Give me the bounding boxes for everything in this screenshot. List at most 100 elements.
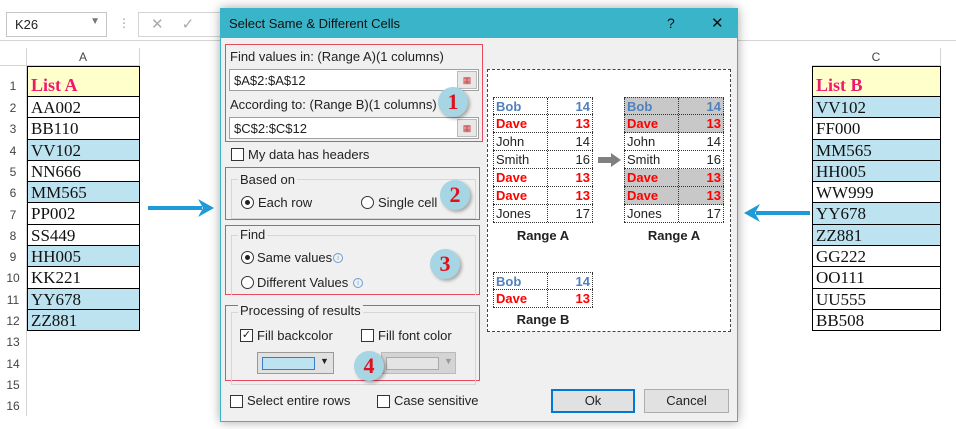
cell[interactable]: MM565 (812, 139, 941, 161)
preview-value: 14 (548, 98, 593, 114)
select-all-corner[interactable] (0, 48, 27, 66)
cell[interactable]: BB508 (812, 309, 941, 332)
preview-value: 13 (548, 290, 593, 307)
row-header[interactable]: 12 (0, 310, 27, 332)
range-select-icon[interactable]: ▦ (457, 119, 477, 137)
preview-row: John 14 (493, 133, 593, 151)
cell[interactable]: PP002 (27, 203, 140, 225)
cell[interactable]: OO111 (812, 267, 941, 289)
cancel-icon[interactable]: ✕ (151, 16, 182, 33)
list-b: List B VV102 FF000 MM565 HH005 WW999 YY678 ZZ88… (812, 66, 941, 332)
cell[interactable]: MM565 (27, 182, 140, 204)
find-values-input[interactable]: $A$2:$A$12 (229, 69, 479, 91)
chevron-down-icon[interactable]: ▼ (90, 16, 100, 27)
fill-font-color-checkbox[interactable] (361, 329, 374, 342)
cell[interactable]: WW999 (812, 182, 941, 204)
info-icon[interactable]: i (353, 278, 363, 288)
row-header[interactable]: 7 (0, 203, 27, 225)
preview-value: 13 (679, 187, 724, 204)
cell[interactable]: UU555 (812, 288, 941, 310)
column-header-c[interactable]: C (812, 48, 941, 66)
cell[interactable]: AA002 (27, 97, 140, 119)
preview-row: Dave 13 (493, 187, 593, 205)
preview-row: Dave 13 (624, 169, 724, 187)
row-header[interactable]: 11 (0, 288, 27, 310)
select-entire-rows-checkbox[interactable] (230, 395, 243, 408)
row-header[interactable]: 10 (0, 267, 27, 289)
chevron-down-icon: ▼ (444, 356, 453, 366)
confirm-icon[interactable]: ✓ (182, 16, 213, 33)
range-select-icon[interactable]: ▦ (457, 71, 477, 89)
preview-value: 13 (548, 169, 593, 186)
cell[interactable]: GG222 (812, 246, 941, 268)
row-header[interactable]: 16 (0, 395, 27, 417)
preview-name: Smith (493, 151, 548, 168)
preview-name: Dave (624, 187, 679, 204)
name-box[interactable]: K26 ▼ (6, 12, 107, 37)
preview-value: 13 (548, 187, 593, 204)
cell[interactable]: KK221 (27, 267, 140, 289)
row-header[interactable]: 4 (0, 139, 27, 161)
cell[interactable]: SS449 (27, 224, 140, 247)
headers-checkbox[interactable] (231, 148, 244, 161)
preview-value: 13 (679, 115, 724, 132)
cell[interactable]: BB110 (27, 118, 140, 140)
row-header[interactable]: 2 (0, 97, 27, 119)
cell[interactable]: VV102 (27, 139, 140, 161)
select-entire-rows-label: Select entire rows (247, 393, 351, 408)
preview-name: Dave (493, 187, 548, 204)
cell[interactable]: NN666 (27, 160, 140, 183)
cell[interactable]: ZZ881 (27, 309, 140, 332)
row-header[interactable]: 8 (0, 224, 27, 247)
different-values-radio[interactable] (241, 276, 254, 289)
single-cell-label: Single cell (378, 195, 438, 210)
find-label: Find (238, 227, 268, 242)
preview-value: 17 (679, 205, 724, 222)
row-header[interactable]: 5 (0, 160, 27, 183)
cell[interactable]: ZZ881 (812, 224, 941, 247)
same-values-radio[interactable] (241, 251, 254, 264)
chevron-down-icon: ▼ (320, 356, 329, 366)
single-cell-radio[interactable] (361, 196, 374, 209)
backcolor-picker[interactable]: ▼ (257, 352, 334, 374)
preview-range-b: Bob 14 Dave 13 (493, 272, 593, 308)
list-header[interactable]: List A (27, 66, 140, 97)
list-header[interactable]: List B (812, 66, 941, 97)
fill-backcolor-checkbox[interactable]: ✓ (240, 329, 253, 342)
each-row-label: Each row (258, 195, 313, 210)
cell[interactable]: HH005 (27, 246, 140, 268)
cell[interactable]: FF000 (812, 118, 941, 140)
column-header-a[interactable]: A (27, 48, 140, 66)
preview-row: Bob 14 (493, 97, 593, 115)
range-b-label: Range B (516, 312, 570, 327)
close-button[interactable]: ✕ (711, 14, 724, 32)
according-to-input[interactable]: $C$2:$C$12 (229, 117, 479, 139)
cancel-button[interactable]: Cancel (644, 389, 729, 413)
preview-value: 14 (679, 133, 724, 150)
cell[interactable]: YY678 (812, 203, 941, 225)
preview-name: Dave (493, 115, 548, 132)
preview-name: Bob (493, 273, 548, 289)
cell[interactable]: HH005 (812, 160, 941, 183)
backcolor-swatch (262, 357, 315, 370)
case-sensitive-checkbox[interactable] (377, 395, 390, 408)
row-header[interactable]: 6 (0, 182, 27, 204)
row-header[interactable]: 3 (0, 118, 27, 140)
info-icon[interactable]: i (333, 253, 343, 263)
same-values-label: Same values (257, 250, 333, 265)
preview-row: Smith 16 (493, 151, 593, 169)
row-header[interactable]: 1 (0, 66, 27, 97)
each-row-radio[interactable] (241, 196, 254, 209)
row-header[interactable]: 13 (0, 331, 27, 353)
help-button[interactable]: ? (667, 15, 675, 31)
ok-button[interactable]: Ok (551, 389, 635, 413)
step-badge-1: 1 (438, 87, 468, 117)
cell[interactable]: VV102 (812, 97, 941, 119)
row-header[interactable]: 14 (0, 352, 27, 374)
range-a-result-label: Range A (647, 228, 701, 243)
step-badge-3: 3 (430, 249, 460, 279)
cell[interactable]: YY678 (27, 288, 140, 310)
row-header[interactable]: 9 (0, 246, 27, 268)
preview-row: Bob 14 (493, 272, 593, 290)
row-header[interactable]: 15 (0, 373, 27, 396)
